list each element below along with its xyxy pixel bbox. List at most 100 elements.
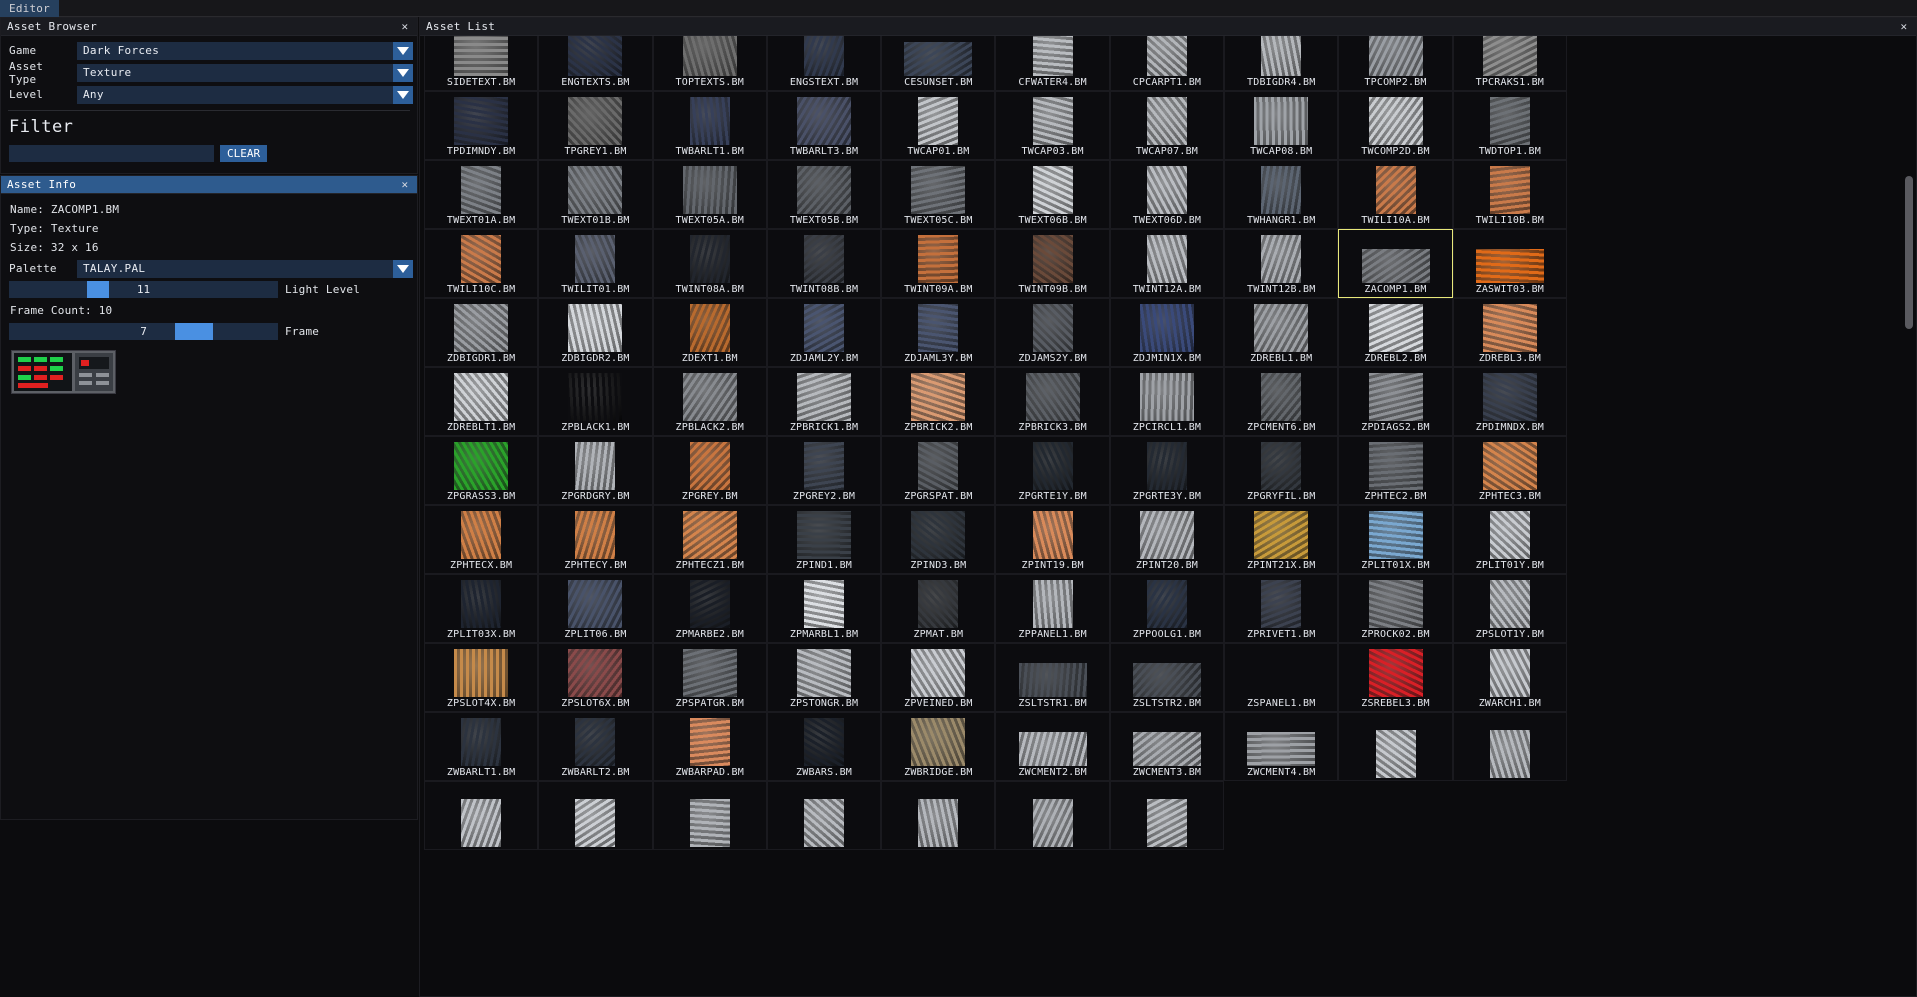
asset-cell[interactable]: TWINT09A.BM (881, 229, 996, 298)
level-dropdown[interactable]: Any (77, 85, 413, 104)
asset-cell[interactable]: TWINT08A.BM (652, 229, 767, 298)
close-icon[interactable]: ✕ (398, 18, 412, 36)
asset-cell[interactable]: TPCOMP2.BM (1338, 36, 1453, 91)
asset-cell[interactable]: ZPBRICK1.BM (766, 367, 882, 436)
asset-cell[interactable]: ZPMARBL1.BM (766, 574, 882, 643)
asset-cell[interactable]: ZWARCH1.BM (1452, 643, 1567, 712)
asset-cell[interactable]: ZPSPATGR.BM (652, 643, 767, 712)
close-icon[interactable]: ✕ (398, 176, 412, 194)
asset-cell[interactable]: ZPBLACK1.BM (538, 367, 653, 436)
menu-item-editor[interactable]: Editor (0, 0, 59, 17)
asset-cell[interactable]: ZPGREY2.BM (766, 436, 882, 505)
asset-cell[interactable]: ZPPANEL1.BM (995, 574, 1110, 643)
asset-cell[interactable]: ZPIND1.BM (766, 505, 882, 574)
asset-cell[interactable]: ZPPOOLG1.BM (1109, 574, 1225, 643)
asset-cell[interactable]: ZDBIGDR1.BM (424, 298, 539, 367)
asset-cell[interactable]: TPDIMNDY.BM (424, 91, 539, 160)
asset-cell[interactable]: CPCARPT1.BM (1109, 36, 1225, 91)
asset-cell[interactable]: ZPINT20.BM (1109, 505, 1225, 574)
asset-cell[interactable]: ZPGREY.BM (652, 436, 767, 505)
asset-cell[interactable]: ZPGRSPAT.BM (881, 436, 996, 505)
asset-cell[interactable]: CFWATER4.BM (995, 36, 1110, 91)
asset-cell[interactable] (1109, 781, 1225, 850)
asset-list-scrollbar[interactable] (1905, 40, 1913, 992)
asset-cell[interactable]: ZPLIT03X.BM (424, 574, 539, 643)
filter-input[interactable] (9, 145, 214, 162)
close-icon[interactable]: ✕ (1897, 18, 1911, 36)
asset-cell[interactable]: ZPBRICK3.BM (995, 367, 1110, 436)
asset-cell[interactable]: CESUNSET.BM (881, 36, 996, 91)
asset-cell[interactable]: ZPHTEC3.BM (1452, 436, 1567, 505)
asset-cell[interactable]: TPCRAKS1.BM (1452, 36, 1567, 91)
asset-cell[interactable]: ZPGRDGRY.BM (538, 436, 653, 505)
asset-cell[interactable] (881, 781, 996, 850)
chevron-down-icon[interactable] (393, 41, 413, 60)
asset-cell[interactable]: TWILI10C.BM (424, 229, 539, 298)
asset-cell[interactable]: TWEXT05B.BM (766, 160, 882, 229)
asset-cell[interactable]: TPGREY1.BM (538, 91, 653, 160)
asset-cell[interactable] (995, 781, 1110, 850)
asset-cell[interactable] (1338, 712, 1453, 781)
asset-cell[interactable]: ZPVEINED.BM (881, 643, 996, 712)
asset-cell[interactable]: TWINT12B.BM (1224, 229, 1339, 298)
asset-cell[interactable]: ZPBLACK2.BM (652, 367, 767, 436)
asset-cell[interactable]: ZWBARS.BM (766, 712, 882, 781)
asset-cell[interactable]: ZSPANEL1.BM (1224, 643, 1339, 712)
asset-cell[interactable]: ZPINT21X.BM (1224, 505, 1339, 574)
asset-cell[interactable]: TOPTEXTS.BM (652, 36, 767, 91)
asset-cell[interactable] (766, 781, 882, 850)
asset-cell[interactable]: ZPHTECZ1.BM (652, 505, 767, 574)
asset-cell[interactable]: ZPCMENT6.BM (1224, 367, 1339, 436)
asset-cell[interactable]: ZPMAT.BM (881, 574, 996, 643)
asset-cell[interactable]: TWCAP01.BM (881, 91, 996, 160)
asset-cell[interactable]: ZACOMP1.BM (1338, 229, 1453, 298)
asset-cell[interactable]: ZWBARPAD.BM (652, 712, 767, 781)
asset-cell[interactable]: ZPLIT06.BM (538, 574, 653, 643)
asset-cell[interactable]: ZPHTEC2.BM (1338, 436, 1453, 505)
asset-cell[interactable]: ZPINT19.BM (995, 505, 1110, 574)
asset-cell[interactable]: ZDJMIN1X.BM (1109, 298, 1225, 367)
asset-cell[interactable] (652, 781, 767, 850)
asset-list-titlebar[interactable]: Asset List ✕ (420, 18, 1916, 36)
asset-cell[interactable]: ZSREBEL3.BM (1338, 643, 1453, 712)
asset-cell[interactable]: ZPGRTE1Y.BM (995, 436, 1110, 505)
asset-cell[interactable]: ZPSLOT6X.BM (538, 643, 653, 712)
asset-cell[interactable]: ZPHTECY.BM (538, 505, 653, 574)
asset-cell[interactable]: ZWCMENT2.BM (995, 712, 1110, 781)
asset-cell[interactable]: ZDJAML3Y.BM (881, 298, 996, 367)
asset-cell[interactable]: ZPROCK02.BM (1338, 574, 1453, 643)
asset-cell[interactable]: TWBARLT1.BM (652, 91, 767, 160)
asset-cell[interactable]: TWEXT06D.BM (1109, 160, 1225, 229)
asset-cell[interactable]: ZDJAMS2Y.BM (995, 298, 1110, 367)
clear-filter-button[interactable]: CLEAR (220, 145, 268, 162)
chevron-down-icon[interactable] (393, 85, 413, 104)
game-dropdown[interactable]: Dark Forces (77, 41, 413, 60)
asset-cell[interactable]: TWILI10B.BM (1452, 160, 1567, 229)
asset-cell[interactable]: ZPHTECX.BM (424, 505, 539, 574)
asset-type-dropdown[interactable]: Texture (77, 63, 413, 82)
asset-cell[interactable]: ZPMARBE2.BM (652, 574, 767, 643)
asset-cell[interactable]: ZSLTSTR1.BM (995, 643, 1110, 712)
asset-cell[interactable]: ZWCMENT4.BM (1224, 712, 1339, 781)
scrollbar-thumb[interactable] (1905, 176, 1913, 329)
asset-cell[interactable]: TWCAP03.BM (995, 91, 1110, 160)
asset-cell[interactable]: ZPRIVET1.BM (1224, 574, 1339, 643)
asset-cell[interactable]: ZDREBLT1.BM (424, 367, 539, 436)
asset-cell[interactable]: ZPSLOT1Y.BM (1452, 574, 1567, 643)
palette-dropdown[interactable]: TALAY.PAL (77, 259, 413, 278)
asset-cell[interactable]: TWEXT05C.BM (881, 160, 996, 229)
asset-cell[interactable]: SIDETEXT.BM (424, 36, 539, 91)
asset-cell[interactable]: ZPGRASS3.BM (424, 436, 539, 505)
asset-browser-titlebar[interactable]: Asset Browser ✕ (1, 18, 417, 36)
asset-cell[interactable]: ZPLIT01X.BM (1338, 505, 1453, 574)
asset-cell[interactable]: ZDREBL2.BM (1338, 298, 1453, 367)
asset-cell[interactable]: ZWBRIDGE.BM (881, 712, 996, 781)
asset-cell[interactable]: ENGSTEXT.BM (766, 36, 882, 91)
light-level-slider[interactable]: 11 (9, 281, 278, 298)
asset-cell[interactable]: TWCAP08.BM (1224, 91, 1339, 160)
asset-cell[interactable]: ZDREBL1.BM (1224, 298, 1339, 367)
asset-info-titlebar[interactable]: Asset Info ✕ (1, 176, 417, 194)
asset-cell[interactable]: TWEXT01B.BM (538, 160, 653, 229)
asset-cell[interactable]: ZDBIGDR2.BM (538, 298, 653, 367)
asset-cell[interactable]: ZPDIMNDX.BM (1452, 367, 1567, 436)
